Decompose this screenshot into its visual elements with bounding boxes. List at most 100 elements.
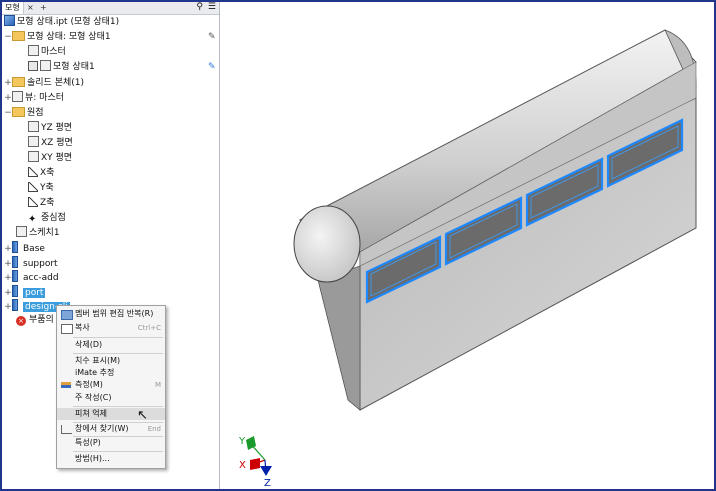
sketch-icon	[16, 226, 27, 237]
expand-icon[interactable]: +	[4, 257, 12, 271]
menu-item-label: 치수 표시(M)	[75, 356, 121, 365]
menu-separator	[73, 337, 163, 338]
folder-icon	[12, 31, 25, 41]
tree-item-port[interactable]: + port	[4, 285, 46, 300]
tree-item-label: YZ 평면	[41, 123, 73, 133]
menu-item-copy[interactable]: 복사 Ctrl+C	[57, 322, 165, 334]
tree-item-xy-plane[interactable]: XY 평면	[28, 151, 72, 165]
expand-icon[interactable]: +	[4, 76, 12, 90]
menu-item-show-dimensions[interactable]: 치수 표시(M)	[57, 355, 165, 367]
menu-item-label: 주 작성(C)	[75, 393, 112, 402]
tree-item-part-root[interactable]: 모형 상태.ipt (모형 상태1)	[4, 15, 119, 29]
menu-item-how-to[interactable]: 방법(H)...	[57, 453, 165, 465]
tree-item-label: Base	[23, 244, 45, 254]
tree-item-sketch1[interactable]: 스케치1	[16, 226, 60, 240]
expand-icon[interactable]: +	[4, 300, 12, 314]
menu-item-delete[interactable]: 삭제(D)	[57, 339, 165, 351]
tab-close-icon[interactable]: ×	[24, 2, 37, 14]
triad-y-label: Y	[238, 436, 246, 447]
tree-item-x-axis[interactable]: X축	[28, 166, 54, 180]
search-icon[interactable]: ⚲	[196, 2, 203, 12]
find-in-window-icon	[61, 425, 72, 434]
center-point-icon: ✦	[28, 214, 37, 225]
menu-item-properties[interactable]: 특성(P)	[57, 437, 165, 449]
tree-item-label: XZ 평면	[41, 138, 73, 148]
axis-icon	[28, 167, 38, 177]
edit-pencil-icon[interactable]: ✎	[208, 62, 216, 72]
plane-icon	[28, 121, 39, 132]
tree-item-xz-plane[interactable]: XZ 평면	[28, 136, 73, 150]
tree-item-acc-add[interactable]: + acc-add	[4, 270, 59, 284]
measure-icon	[61, 382, 71, 388]
menu-separator	[73, 451, 163, 452]
tree-item-label: 뷰: 마스터	[25, 93, 65, 103]
tree-item-label: XY 평면	[41, 153, 73, 163]
tree-item-label: 모형 상태1	[53, 62, 95, 72]
menu-item-label: 삭제(D)	[75, 340, 103, 349]
menu-item-create-note[interactable]: 주 작성(C)	[57, 392, 165, 404]
tree-item-support[interactable]: + support	[4, 256, 58, 270]
edit-pencil-icon[interactable]: ✎	[208, 32, 216, 42]
edit-scope-icon	[61, 310, 73, 320]
tab-model[interactable]: 모형	[2, 2, 24, 14]
triad-x-label: X	[239, 460, 246, 471]
tree-item-origin[interactable]: − 원점	[4, 106, 44, 120]
view-icon	[12, 91, 23, 102]
graphics-viewport[interactable]: Y X Z	[220, 2, 714, 489]
tree-item-label: 모형 상태.ipt (모형 상태1)	[17, 17, 120, 27]
tree-item-z-axis[interactable]: Z축	[28, 196, 54, 210]
menu-item-infer-imate[interactable]: iMate 추정	[57, 367, 165, 379]
browser-tab-bar: 모형 × + ⚲ ☰	[2, 2, 219, 15]
tree-item-base[interactable]: + Base	[4, 241, 45, 255]
menu-item-measure[interactable]: 측정(M) M	[57, 379, 165, 391]
menu-item-label: 창에서 찾기(W)	[75, 424, 129, 433]
tree-item-y-axis[interactable]: Y축	[28, 181, 54, 195]
plane-icon	[28, 151, 39, 162]
tree-item-label: port	[23, 288, 46, 298]
tree-node-icon	[28, 45, 39, 56]
menu-icon[interactable]: ☰	[208, 2, 216, 12]
tree-item-label: 솔리드 본체(1)	[27, 78, 85, 88]
menu-item-suppress-features[interactable]: 피쳐 억제 ↖	[57, 408, 165, 423]
expand-icon[interactable]: +	[4, 91, 12, 105]
expand-icon[interactable]: +	[4, 271, 12, 285]
tree-item-label: 마스터	[41, 47, 66, 57]
expand-icon[interactable]: +	[4, 286, 12, 300]
tree-item-label: Z축	[40, 198, 55, 208]
checkbox-icon[interactable]	[28, 61, 38, 71]
menu-separator	[73, 353, 163, 354]
tree-item-label: 중심점	[41, 213, 66, 223]
tree-item-yz-plane[interactable]: YZ 평면	[28, 121, 72, 135]
collapse-icon[interactable]: −	[4, 106, 12, 120]
axis-icon	[28, 182, 38, 192]
folder-icon	[12, 77, 25, 87]
tree-item-solid-bodies[interactable]: + 솔리드 본체(1)	[4, 76, 84, 90]
tree-item-label: 모형 상태: 모형 상태1	[27, 32, 111, 42]
tab-add-icon[interactable]: +	[37, 2, 50, 14]
tree-item-label: acc-add	[23, 273, 59, 283]
expand-icon[interactable]: +	[4, 242, 12, 256]
copy-icon	[61, 324, 73, 334]
tree-item-label: support	[23, 259, 58, 269]
tree-item-model-state1[interactable]: 모형 상태1	[28, 60, 95, 74]
extrude-icon	[12, 270, 18, 282]
menu-separator	[73, 406, 163, 407]
tree-item-center-point[interactable]: ✦ 중심점	[28, 211, 66, 225]
application-frame: 모형 × + ⚲ ☰ 모형 상태.ipt (모형 상태1) − 모형 상태: 모형…	[1, 1, 715, 490]
tree-item-master[interactable]: 마스터	[28, 45, 66, 59]
context-menu: 멤버 범위 편집 반복(R) 복사 Ctrl+C 삭제(D) 치수 표시(M) …	[56, 305, 166, 469]
3d-model-view[interactable]: Y X Z	[220, 2, 714, 489]
tree-item-model-state-folder[interactable]: − 모형 상태: 모형 상태1	[4, 30, 111, 44]
tree-item-label: X축	[40, 168, 55, 178]
tree-item-view-master[interactable]: + 뷰: 마스터	[4, 91, 64, 105]
menu-item-edit-member-scope[interactable]: 멤버 범위 편집 반복(R)	[57, 308, 165, 320]
menu-item-shortcut: End	[147, 425, 161, 433]
part-icon	[4, 15, 15, 26]
extrude-icon	[12, 299, 18, 311]
extrude-icon	[12, 241, 18, 253]
tree-node-icon	[40, 60, 51, 71]
mouse-cursor-icon: ↖	[137, 408, 148, 423]
menu-item-label: 멤버 범위 편집 반복(R)	[75, 309, 154, 318]
menu-item-find-in-window[interactable]: 창에서 찾기(W) End	[57, 423, 165, 435]
collapse-icon[interactable]: −	[4, 30, 12, 44]
